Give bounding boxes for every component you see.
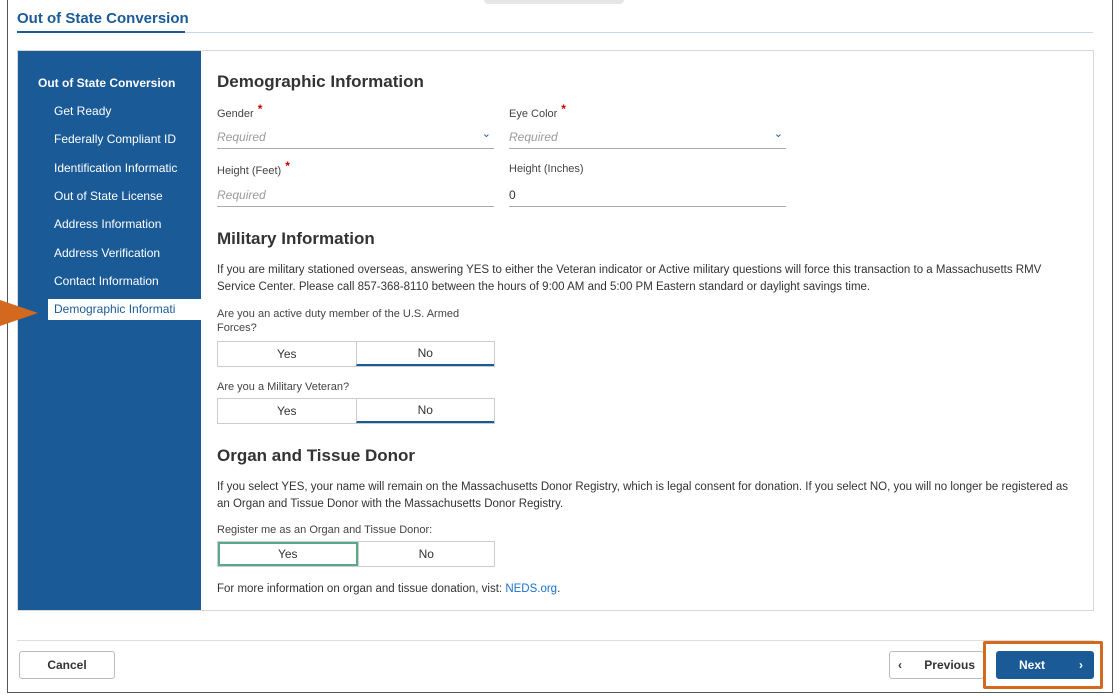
next-button[interactable]: Next ›	[996, 651, 1094, 679]
neds-link[interactable]: NEDS.org	[505, 583, 557, 595]
donor-notice: If you select YES, your name will remain…	[217, 481, 1068, 510]
active-duty-toggle: Yes No	[217, 341, 495, 367]
eye-color-select[interactable]: Required ⌄	[509, 127, 786, 149]
required-marker: *	[257, 102, 263, 116]
required-marker: *	[285, 159, 290, 173]
chevron-down-icon: ⌄	[773, 128, 783, 140]
demographic-heading: Demographic Information	[217, 72, 424, 91]
cancel-button[interactable]: Cancel	[19, 651, 115, 679]
donor-heading: Organ and Tissue Donor	[217, 446, 416, 465]
sidebar-item-address-verification[interactable]: Address Verification	[54, 246, 182, 260]
title-underline	[17, 31, 185, 33]
chevron-down-icon: ⌄	[481, 128, 491, 140]
sidebar-title[interactable]: Out of State Conversion	[38, 76, 175, 90]
sidebar-item-demographic-information[interactable]: Demographic Informati	[48, 299, 218, 320]
donor-yes-button[interactable]: Yes	[218, 542, 358, 566]
donor-no-button[interactable]: No	[357, 542, 495, 566]
gender-select[interactable]: Required ⌄	[217, 127, 494, 149]
military-notice: If you are military stationed overseas, …	[217, 264, 1042, 293]
active-duty-question: Are you an active duty member of the U.S…	[217, 308, 460, 334]
veteran-yes-button[interactable]: Yes	[218, 399, 356, 423]
sidebar-item-address-information[interactable]: Address Information	[54, 217, 182, 231]
height-feet-label: Height (Feet) *	[217, 159, 290, 177]
sidebar-item-identification-information[interactable]: Identification Informatic	[54, 161, 182, 175]
height-inches-value: 0	[509, 188, 516, 202]
sidebar: Out of State Conversion Get Ready Federa…	[18, 51, 218, 610]
page-title: Out of State Conversion	[17, 10, 189, 27]
title-divider	[185, 32, 1093, 33]
donor-question: Register me as an Organ and Tissue Donor…	[217, 524, 433, 536]
height-feet-placeholder: Required	[217, 188, 266, 202]
sidebar-item-federally-compliant-id[interactable]: Federally Compliant ID	[54, 132, 182, 146]
gender-placeholder: Required	[217, 130, 266, 144]
previous-button[interactable]: ‹ Previous	[889, 651, 984, 679]
eye-color-placeholder: Required	[509, 130, 558, 144]
gender-label: Gender *	[217, 102, 263, 120]
height-feet-input[interactable]: Required	[217, 185, 494, 207]
sidebar-item-out-of-state-license[interactable]: Out of State License	[54, 189, 182, 203]
chevron-right-icon: ›	[1079, 658, 1083, 672]
required-marker: *	[561, 102, 566, 116]
veteran-toggle: Yes No	[217, 398, 495, 424]
donor-info: For more information on organ and tissue…	[217, 583, 561, 595]
height-inches-label: Height (Inches)	[509, 163, 584, 175]
footer-divider	[17, 640, 1094, 641]
height-inches-input[interactable]: 0	[509, 185, 786, 207]
callout-arrow-icon	[0, 300, 38, 326]
veteran-no-button[interactable]: No	[355, 399, 494, 423]
donor-toggle: Yes No	[217, 541, 495, 567]
active-duty-yes-button[interactable]: Yes	[218, 342, 356, 366]
active-duty-no-button[interactable]: No	[355, 342, 494, 366]
veteran-question: Are you a Military Veteran?	[217, 381, 350, 393]
sidebar-item-get-ready[interactable]: Get Ready	[54, 104, 182, 118]
top-tab-shadow	[484, 0, 624, 4]
eye-color-label: Eye Color *	[509, 102, 566, 120]
military-heading: Military Information	[217, 229, 375, 248]
sidebar-item-contact-information[interactable]: Contact Information	[54, 274, 182, 288]
chevron-left-icon: ‹	[898, 658, 902, 672]
